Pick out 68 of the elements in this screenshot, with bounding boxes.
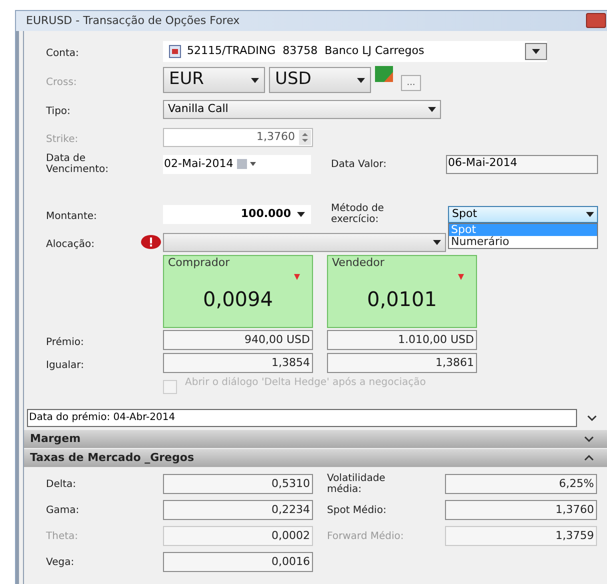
readonly-field: 0,0002 xyxy=(163,526,313,546)
readonly-field: 1,3854 xyxy=(163,353,313,373)
type-dropdown[interactable]: Vanilla Call xyxy=(163,100,441,118)
exercise-dropdown[interactable]: Spot xyxy=(448,206,598,222)
readonly-field: 1,3759 xyxy=(445,526,597,546)
value-date-field: 06-Mai-2014 xyxy=(446,154,598,174)
spinner-arrows-icon[interactable] xyxy=(299,130,311,144)
field-label: Vega: xyxy=(46,556,76,568)
readonly-field: 0,2234 xyxy=(163,500,313,520)
price-value: 0,0101 xyxy=(367,286,437,313)
field-label: Montante: xyxy=(46,211,97,222)
readonly-field: 0,0016 xyxy=(163,552,313,572)
strike-spinner[interactable]: 1,3760 xyxy=(163,128,313,146)
premium-date-field: Data do prémio: 04-Abr-2014 xyxy=(27,409,577,427)
caret-icon xyxy=(586,212,594,216)
document-icon xyxy=(169,44,181,58)
tile-label: Comprador xyxy=(167,256,230,270)
field-label: Alocação: xyxy=(46,239,94,250)
date-picker[interactable]: 02-Mai-2014 xyxy=(163,154,311,174)
readonly-field: 0,5310 xyxy=(163,474,313,494)
field-label: Gama: xyxy=(46,504,80,516)
allocation-dropdown[interactable] xyxy=(163,232,446,252)
checkbox-label: Abrir o diálogo 'Delta Hedge' após a negociação xyxy=(185,377,427,388)
field-label: Delta: xyxy=(46,478,78,490)
caret-icon xyxy=(428,106,436,112)
readonly-field: 1,3861 xyxy=(327,353,477,373)
field-label: Cross: xyxy=(46,77,77,88)
field-label: Igualar: xyxy=(46,360,84,371)
field-label: Tipo: xyxy=(46,106,70,117)
currency-dropdown[interactable]: EUR xyxy=(163,67,265,93)
field-label: Forward Médio: xyxy=(327,530,405,542)
window-title: EURUSD - Transacção de Opções Forex xyxy=(26,12,240,29)
field-label: Método de exercício: xyxy=(331,203,385,225)
expand-icon[interactable] xyxy=(584,436,594,442)
more-button[interactable]: ... xyxy=(401,75,421,91)
down-arrow-icon xyxy=(458,274,464,280)
field-label: Data de Vencimento: xyxy=(46,153,110,175)
field-label: Strike: xyxy=(46,134,78,145)
account-dropdown[interactable]: 52115/TRADING 83758 Banco LJ Carregos xyxy=(163,40,547,62)
price-tile[interactable]: Comprador 0,0094 xyxy=(163,255,313,328)
tile-label: Vendedor xyxy=(331,256,384,270)
field-label: Prémio: xyxy=(46,337,84,348)
dropdown-option[interactable]: Numerário xyxy=(449,236,597,248)
readonly-field: 6,25% xyxy=(445,474,597,494)
readonly-field: 1,3760 xyxy=(445,500,597,520)
caret-icon xyxy=(357,78,365,82)
field-label: Conta: xyxy=(46,48,79,59)
section-header[interactable]: Taxas de Mercado _Gregos xyxy=(24,449,607,467)
field-label: Volatilidade média: xyxy=(327,473,386,495)
caret-icon xyxy=(251,78,259,82)
price-value: 0,0094 xyxy=(203,286,273,313)
calendar-icon xyxy=(237,159,258,169)
price-tile[interactable]: Vendedor 0,0101 xyxy=(327,255,477,328)
readonly-field: 1.010,00 USD xyxy=(327,330,477,350)
readonly-field: 940,00 USD xyxy=(163,330,313,350)
expand-icon[interactable] xyxy=(587,415,597,421)
caret-icon xyxy=(532,48,540,54)
section-header[interactable]: Margem xyxy=(24,430,607,448)
down-arrow-icon xyxy=(294,274,300,280)
field-label: Theta: xyxy=(46,530,80,542)
caret-icon xyxy=(433,240,441,244)
currency-dropdown[interactable]: USD xyxy=(269,67,371,93)
collapse-icon[interactable] xyxy=(584,455,594,461)
field-label: Spot Médio: xyxy=(327,504,388,516)
amount-dropdown[interactable]: 100.000 xyxy=(163,204,311,224)
caret-icon xyxy=(297,212,305,216)
error-icon xyxy=(141,235,161,249)
field-label: Data Valor: xyxy=(331,158,388,170)
